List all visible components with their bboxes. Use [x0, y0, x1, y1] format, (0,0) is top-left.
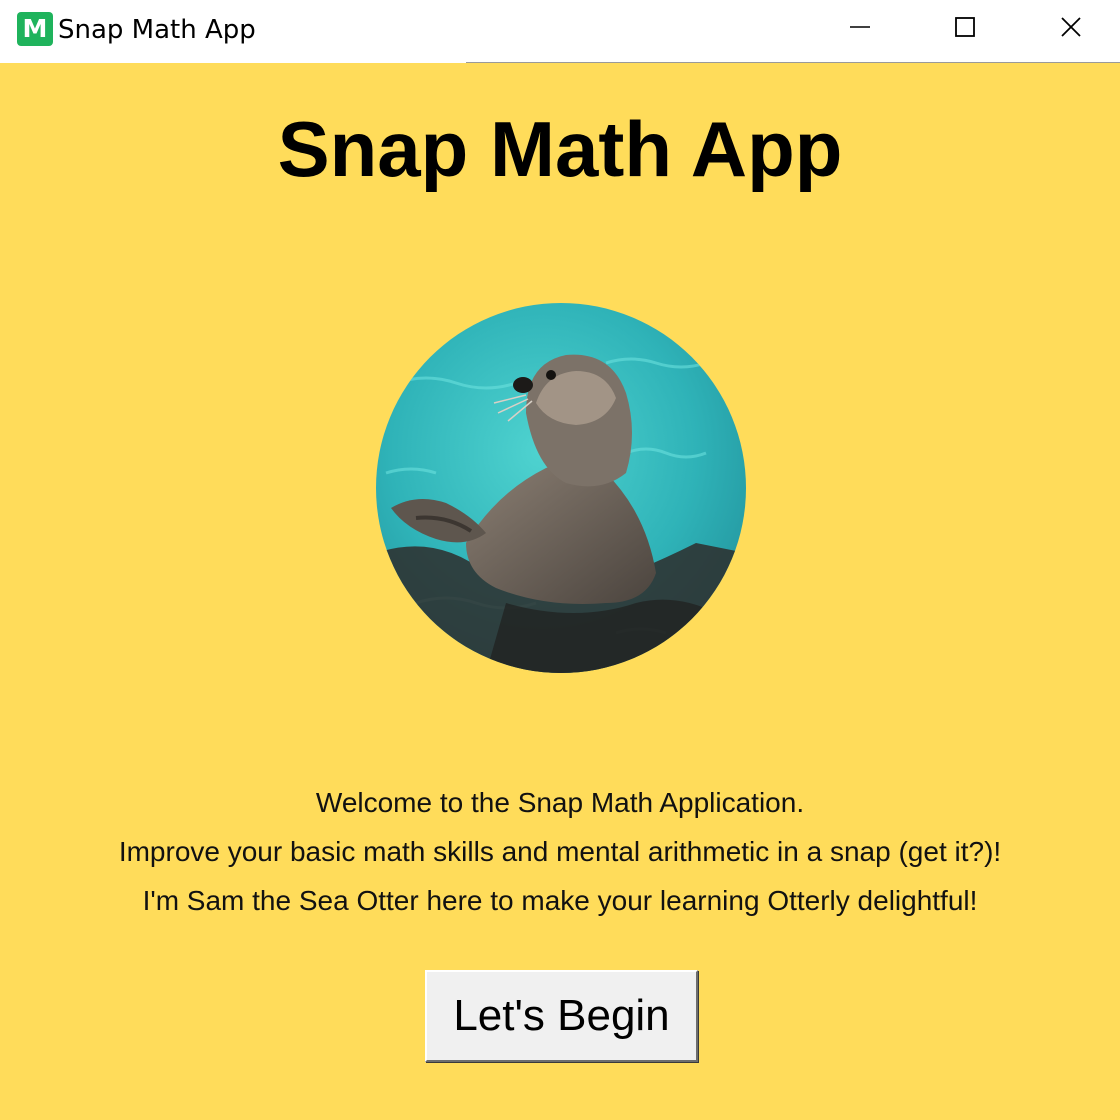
welcome-line-3: I'm Sam the Sea Otter here to make your … [142, 885, 978, 916]
welcome-line-1: Welcome to the Snap Math Application. [315, 787, 805, 818]
welcome-text: Welcome to the Snap Math Application. Im… [0, 778, 1120, 925]
sea-otter-image [376, 303, 746, 673]
window-title: Snap Math App [58, 15, 256, 45]
app-logo-icon: M [17, 12, 53, 46]
maximize-button[interactable] [912, 0, 1018, 54]
page-title: Snap Math App [277, 105, 843, 193]
maximize-icon [955, 17, 975, 37]
close-button[interactable] [1018, 0, 1120, 54]
close-icon [1061, 17, 1081, 37]
welcome-line-2: Improve your basic math skills and menta… [118, 836, 1002, 867]
lets-begin-button[interactable]: Let's Begin [425, 970, 698, 1062]
minimize-icon [850, 26, 870, 28]
title-bar[interactable]: M Snap Math App [0, 0, 1120, 62]
welcome-screen: Snap Math App Welcome to the Snap Math A… [0, 63, 1120, 1120]
minimize-button[interactable] [807, 0, 913, 54]
app-window: M Snap Math App Snap Math App Welcome to… [0, 0, 1120, 1120]
